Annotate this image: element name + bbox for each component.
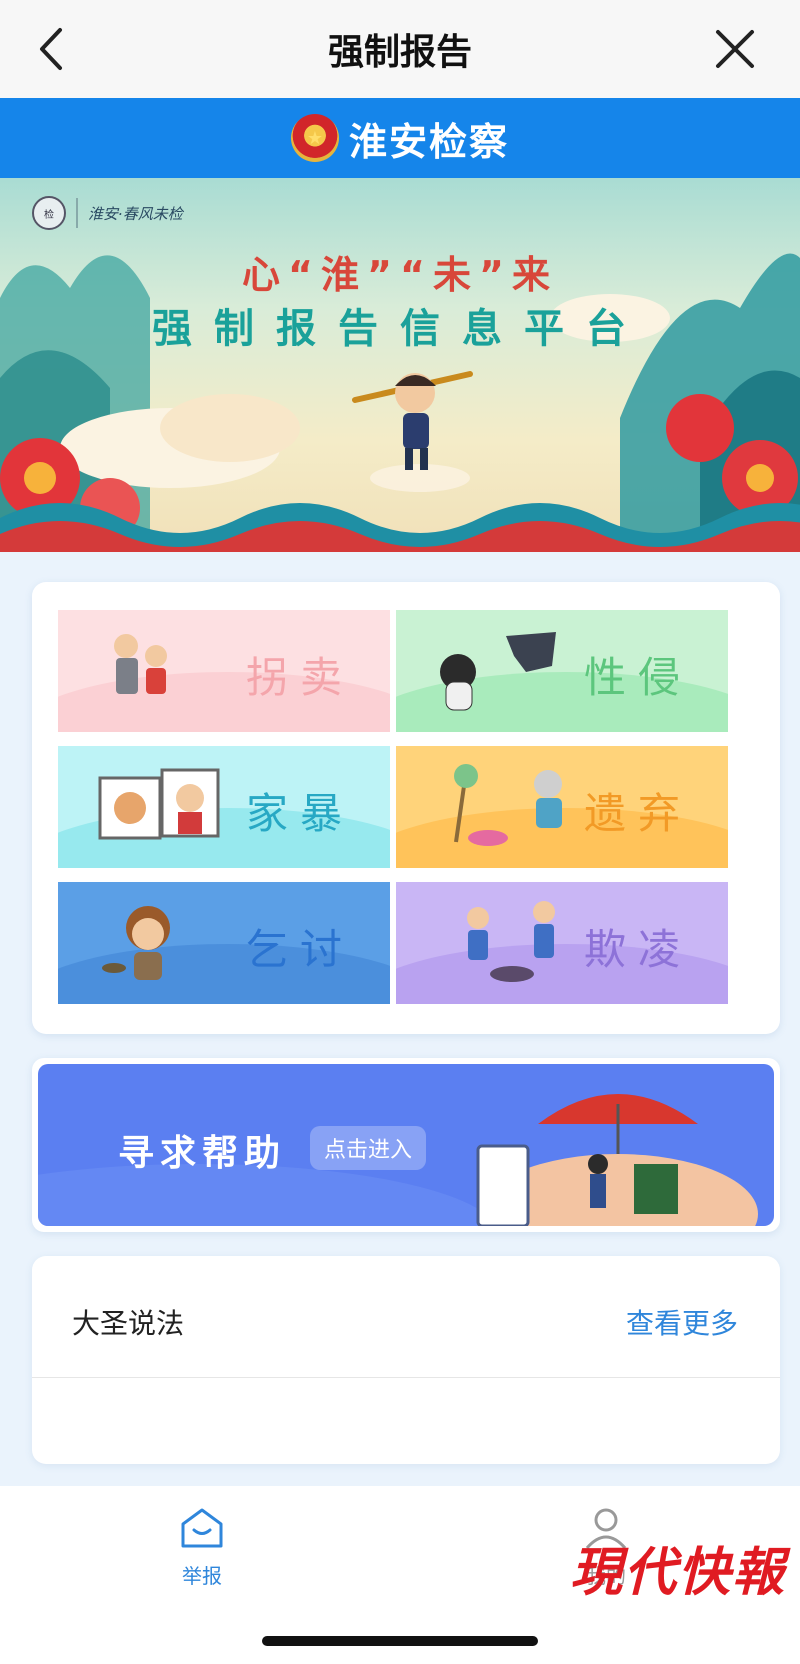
- category-tile-domestic-violence[interactable]: 家暴: [58, 746, 390, 868]
- bottom-tab-bar: 举报 我的 現代快報: [0, 1486, 800, 1664]
- sexual-assault-illustration-icon: [440, 632, 556, 711]
- seek-help-title: 寻求帮助: [118, 1133, 287, 1174]
- hero-slogan: 心“淮”“未”来: [242, 253, 558, 297]
- tab-report-label: 举报: [182, 1564, 222, 1588]
- hero-illustration: [0, 253, 800, 552]
- category-label: 欺凌: [583, 925, 692, 974]
- category-tile-bullying[interactable]: 欺凌: [396, 882, 728, 1004]
- category-tile-abandonment[interactable]: 遗弃: [396, 746, 728, 868]
- tab-report[interactable]: 举报: [142, 1506, 262, 1606]
- category-panel: 拐卖 性侵 家暴 遗弃 乞讨 欺凌: [32, 582, 780, 1034]
- logo-divider: [76, 198, 78, 228]
- category-tile-sexual-assault[interactable]: 性侵: [396, 610, 728, 732]
- chevron-left-icon[interactable]: [26, 22, 80, 76]
- national-emblem-icon: ★: [290, 114, 339, 162]
- partner-logos: 检 淮安·春风未检: [32, 196, 183, 230]
- view-more-link[interactable]: 查看更多: [626, 1302, 738, 1342]
- watermark-logo: 現代快報: [569, 1542, 786, 1603]
- brand-bar: ★ 淮安检察: [0, 98, 800, 178]
- trafficking-illustration-icon: [114, 634, 167, 694]
- begging-illustration-icon: [102, 906, 170, 980]
- law-section-title: 大圣说法: [72, 1307, 185, 1340]
- seek-help-banner[interactable]: 寻求帮助 点击进入: [38, 1064, 774, 1226]
- category-label: 性侵: [583, 653, 692, 702]
- category-label: 遗弃: [583, 789, 692, 838]
- brand-name: 淮安检察: [348, 119, 509, 164]
- category-tile-begging[interactable]: 乞讨: [58, 882, 390, 1004]
- chunfeng-logo-text: 淮安·春风未检: [88, 204, 183, 223]
- abandonment-illustration-icon: [454, 764, 562, 846]
- category-label: 拐卖: [245, 653, 354, 702]
- home-indicator[interactable]: [262, 1636, 538, 1646]
- home-icon: [181, 1508, 223, 1548]
- page-title: 强制报告: [327, 32, 472, 73]
- category-tile-trafficking[interactable]: 拐卖: [58, 610, 390, 732]
- law-section: 大圣说法 查看更多: [32, 1256, 780, 1464]
- enter-button[interactable]: 点击进入: [310, 1126, 427, 1170]
- bullying-illustration-icon: [467, 901, 555, 982]
- procuratorate-logo: 检: [32, 196, 66, 230]
- close-icon[interactable]: [710, 24, 760, 74]
- seek-help-card: 寻求帮助 点击进入: [32, 1058, 780, 1232]
- law-section-header: 大圣说法 查看更多: [32, 1256, 780, 1378]
- domestic-violence-illustration-icon: [98, 768, 220, 840]
- hero-banner: 检 淮安·春风未检 心“淮”“未”来 强制报告信息平台: [0, 178, 800, 552]
- hero-platform-title: 强制报告信息平台: [152, 306, 648, 352]
- category-label: 乞讨: [245, 925, 354, 974]
- category-label: 家暴: [245, 789, 354, 838]
- top-nav-bar: 强制报告: [0, 0, 800, 98]
